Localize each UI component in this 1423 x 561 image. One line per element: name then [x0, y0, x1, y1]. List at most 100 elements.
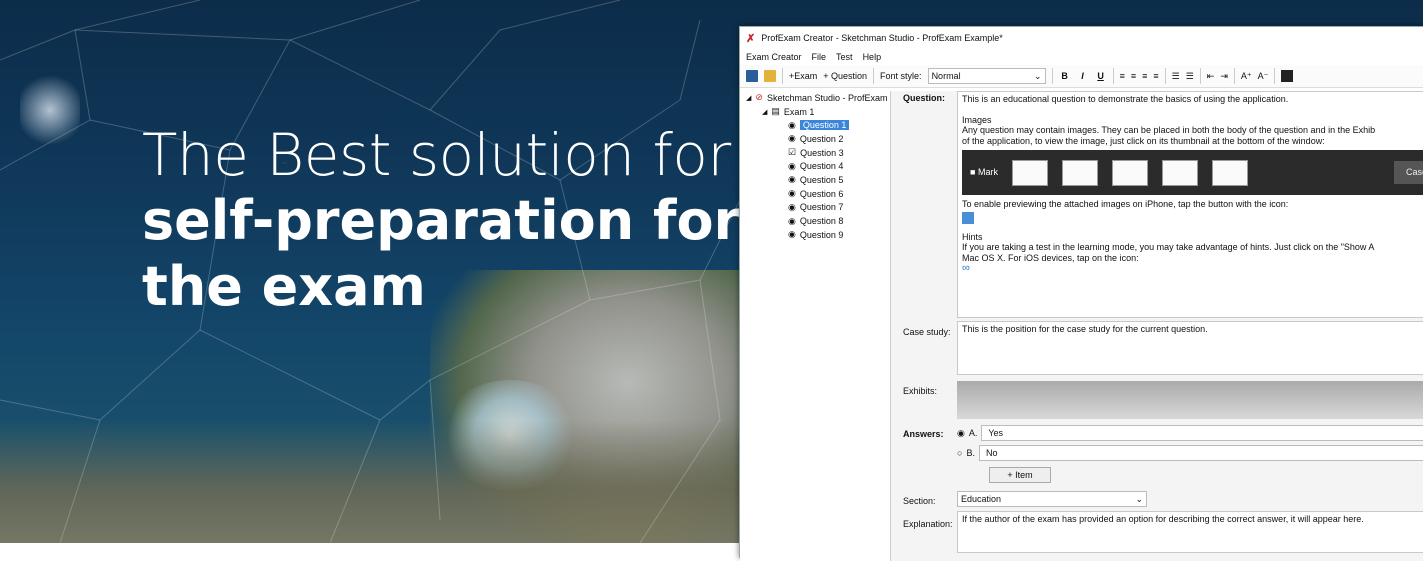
menu-file[interactable]: File	[812, 52, 827, 62]
title-bar: ✗ ProfExam Creator - Sketchman Studio - …	[740, 27, 1423, 49]
question-icon: ◉	[788, 229, 796, 240]
headline-line-3: the exam	[142, 255, 426, 318]
iphone-text: To enable previewing the attached images…	[962, 199, 1289, 209]
italic-button[interactable]: I	[1077, 71, 1089, 81]
color-icon[interactable]	[1281, 70, 1294, 82]
radio-empty-icon[interactable]: ○	[957, 448, 962, 458]
decrease-font-icon[interactable]: A⁻	[1258, 71, 1269, 82]
checkbox-question-icon: ☑	[788, 147, 797, 158]
question-label: Question:	[903, 93, 945, 103]
tree-question[interactable]: ◉ Question 1	[740, 118, 890, 132]
add-exam-button[interactable]: +Exam	[789, 71, 817, 81]
chevron-down-icon: ⌄	[1034, 70, 1042, 81]
question-icon: ◉	[788, 119, 796, 130]
glasses-icon: ∞	[962, 262, 970, 274]
question-icon: ◉	[788, 188, 796, 199]
menu-help[interactable]: Help	[863, 52, 882, 62]
answers-label: Answers:	[903, 429, 944, 439]
tree-exam-label: Exam 1	[783, 106, 815, 117]
tree-question-label: Question 9	[799, 229, 844, 240]
exhibit-thumbnail[interactable]	[1161, 159, 1198, 186]
hints-text: If you are taking a test in the learning…	[962, 242, 1375, 252]
exhibit-thumbnail[interactable]	[1011, 159, 1048, 186]
question-editor: Question: This is an educational questio…	[891, 91, 1423, 561]
menu-exam-creator[interactable]: Exam Creator	[746, 52, 802, 62]
explanation-editor[interactable]: If the author of the exam has provided a…	[957, 511, 1423, 553]
answer-letter: B.	[966, 448, 975, 458]
exhibit-thumbnail[interactable]	[1061, 159, 1098, 186]
expand-arrow-icon[interactable]: ◢	[746, 94, 751, 102]
tree-question[interactable]: ◉ Question 4	[740, 159, 890, 173]
answer-input[interactable]: Yes	[981, 425, 1423, 441]
exhibit-thumbnail[interactable]	[1211, 159, 1248, 186]
tree-question[interactable]: ☑ Question 3	[740, 146, 890, 160]
tree-question-label: Question 3	[800, 147, 844, 158]
toolbar-divider	[873, 68, 875, 84]
tree-question-label: Question 8	[799, 216, 844, 227]
menu-bar: Exam Creator File Test Help	[740, 49, 1423, 65]
question-icon: ◉	[788, 160, 796, 171]
bullet-list-icon[interactable]: ☰	[1186, 71, 1194, 82]
tree-question[interactable]: ◉ Question 7	[740, 201, 890, 215]
tree-question-label: Question 4	[799, 161, 844, 172]
tree-root[interactable]: ◢ ⊘ Sketchman Studio - ProfExam	[740, 91, 890, 105]
headline: The Best solution for self-preparation f…	[142, 122, 740, 320]
question-icon: ◉	[788, 201, 796, 212]
question-intro: This is an educational question to demon…	[962, 94, 1289, 104]
toolbar-divider	[1164, 68, 1166, 84]
increase-font-icon[interactable]: A⁺	[1241, 71, 1252, 82]
align-left-icon[interactable]: ≡	[1120, 71, 1125, 81]
answer-row: ◉ A. Yes	[957, 425, 1423, 441]
tree-question[interactable]: ◉ Question 9	[740, 228, 890, 242]
question-body-editor[interactable]: This is an educational question to demon…	[957, 91, 1423, 318]
answer-input[interactable]: No	[978, 445, 1423, 461]
font-style-label: Font style:	[880, 71, 922, 81]
expand-arrow-icon[interactable]: ◢	[762, 108, 767, 116]
hints-text-2: Mac OS X. For iOS devices, tap on the ic…	[962, 252, 1139, 263]
answer-row: ○ B. No	[957, 445, 1423, 461]
add-item-button[interactable]: + Item	[989, 467, 1051, 483]
numbered-list-icon[interactable]: ☰	[1172, 71, 1180, 82]
images-text-2: of the application, to view the image, j…	[962, 135, 1325, 146]
indent-icon[interactable]: ⇥	[1220, 71, 1228, 82]
question-icon: ◉	[788, 215, 796, 226]
images-heading: Images	[962, 114, 992, 125]
toolbar: +Exam + Question Font style: Normal ⌄ B …	[740, 65, 1423, 88]
justify-icon[interactable]: ≡	[1153, 71, 1158, 81]
tree-question-label: Question 2	[799, 133, 844, 144]
section-select[interactable]: Education ⌄	[957, 491, 1147, 507]
chevron-down-icon: ⌄	[1135, 493, 1143, 504]
tree-question[interactable]: ◉ Question 2	[740, 132, 890, 146]
tree-question-label: Question 1	[799, 120, 850, 131]
font-style-select[interactable]: Normal ⌄	[927, 68, 1046, 84]
outdent-icon[interactable]: ⇤	[1207, 71, 1215, 82]
add-question-button[interactable]: + Question	[823, 71, 867, 81]
question-icon: ◉	[788, 133, 796, 144]
tree-question[interactable]: ◉ Question 5	[740, 173, 890, 187]
mark-checkbox[interactable]: ■ Mark	[970, 167, 998, 178]
open-folder-icon[interactable]	[764, 70, 776, 82]
tree-question[interactable]: ◉ Question 8	[740, 214, 890, 228]
case-study-text: This is the position for the case study …	[962, 324, 1208, 334]
exhibits-panel[interactable]	[957, 381, 1423, 419]
hints-heading: Hints	[962, 231, 983, 242]
case-study-button[interactable]: Case St	[1393, 161, 1423, 184]
underline-button[interactable]: U	[1095, 71, 1107, 81]
question-icon: ◉	[788, 174, 796, 185]
align-center-icon[interactable]: ≡	[1131, 71, 1136, 81]
tree-question[interactable]: ◉ Question 6	[740, 187, 890, 201]
toolbar-divider	[782, 68, 783, 84]
menu-test[interactable]: Test	[836, 52, 853, 62]
save-icon[interactable]	[746, 70, 758, 82]
exhibit-thumbnail[interactable]	[1111, 159, 1148, 186]
align-right-icon[interactable]: ≡	[1142, 71, 1147, 81]
tree-question-label: Question 6	[799, 188, 844, 199]
radio-selected-icon[interactable]: ◉	[957, 428, 965, 439]
bold-button[interactable]: B	[1059, 71, 1071, 81]
toolbar-divider	[1199, 68, 1201, 84]
exam-icon: ▤	[771, 106, 780, 117]
tree-exam[interactable]: ◢ ▤ Exam 1	[740, 105, 890, 119]
toolbar-divider	[1051, 68, 1053, 84]
case-study-editor[interactable]: This is the position for the case study …	[957, 321, 1423, 375]
tree-question-label: Question 7	[799, 202, 844, 213]
